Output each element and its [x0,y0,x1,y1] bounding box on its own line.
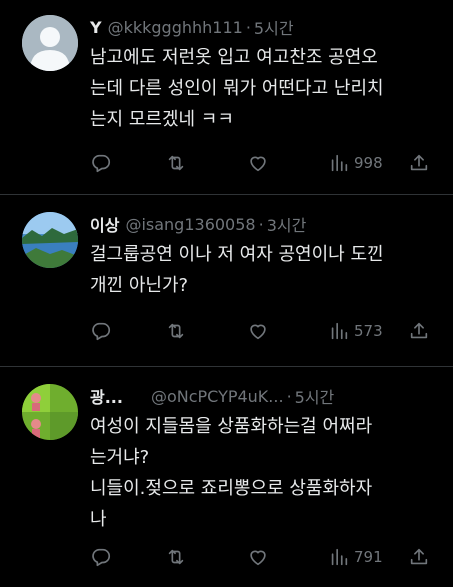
tweet-text: 여성이 지들몸을 상품화하는걸 어쩌라 는거냐? 니들이.젖으로 죠리뽕으로 상… [90,416,373,530]
views-icon [331,322,348,340]
share-button[interactable] [408,151,430,175]
user-handle[interactable]: @oNcPCYP4uK... [151,387,284,406]
avatar[interactable] [22,384,78,440]
views-icon [331,154,348,172]
reply-button[interactable] [90,319,112,343]
reply-icon [92,548,111,567]
tweet-text: 걸그룹공연 이나 저 여자 공연이나 도낀 개낀 아닌가? [90,244,384,296]
user-handle[interactable]: @isang1360058 [125,215,255,234]
display-name[interactable]: Y [90,18,102,37]
retweet-button[interactable] [165,151,187,175]
like-icon [250,156,266,172]
reply-icon [92,322,111,341]
tweet-text: 남고에도 저런옷 입고 여고찬조 공연오 는데 다른 성인이 뭐가 어떤다고 난… [90,47,384,130]
tweet-actions: 998 [90,151,431,175]
like-button[interactable] [247,545,269,569]
views-icon [331,548,348,566]
views-button[interactable]: 998 [328,151,383,175]
share-icon [410,322,428,339]
separator-dot: · [245,17,251,37]
tweet-header: 광... @oNcPCYP4uK... · 5시간 [90,384,445,408]
views-button[interactable]: 791 [328,545,383,569]
separator-dot: · [286,386,292,406]
photo-grid-avatar-icon [22,384,78,440]
timestamp[interactable]: 5시간 [295,384,335,408]
share-button[interactable] [408,545,430,569]
tweet[interactable]: 광... @oNcPCYP4uK... · 5시간 여성이 지들몸을 상품화하는… [0,367,453,587]
reply-button[interactable] [90,151,112,175]
views-button[interactable]: 573 [328,319,383,343]
reply-button[interactable] [90,545,112,569]
views-count: 573 [354,322,383,340]
views-count: 998 [354,154,383,172]
tweet-actions: 573 [90,319,431,343]
views-count: 791 [354,548,383,566]
retweet-button[interactable] [165,319,187,343]
tweet[interactable]: Y @kkkggghhh111 · 5시간 남고에도 저런옷 입고 여고찬조 공… [0,0,453,195]
like-icon [250,550,266,566]
share-button[interactable] [408,319,430,343]
timestamp[interactable]: 5시간 [254,15,294,39]
tweet-header: 이상 @isang1360058 · 3시간 [90,212,445,236]
reply-icon [92,154,111,173]
default-avatar-icon [22,15,78,71]
tweet-header: Y @kkkggghhh111 · 5시간 [90,15,445,39]
user-handle[interactable]: @kkkggghhh111 [108,18,243,37]
like-button[interactable] [247,319,269,343]
separator-dot: · [258,214,264,234]
like-icon [250,324,266,340]
like-button[interactable] [247,151,269,175]
landscape-avatar-icon [22,212,78,268]
tweet[interactable]: 이상 @isang1360058 · 3시간 걸그룹공연 이나 저 여자 공연이… [0,195,453,367]
share-icon [410,154,428,171]
retweet-button[interactable] [165,545,187,569]
avatar[interactable] [22,212,78,268]
display-name[interactable]: 광... [90,384,123,408]
avatar[interactable] [22,15,78,71]
tweet-actions: 791 [90,545,431,569]
retweet-icon [168,155,184,171]
retweet-icon [168,323,184,339]
share-icon [410,548,428,565]
timestamp[interactable]: 3시간 [267,212,307,236]
retweet-icon [168,549,184,565]
display-name[interactable]: 이상 [90,212,119,236]
